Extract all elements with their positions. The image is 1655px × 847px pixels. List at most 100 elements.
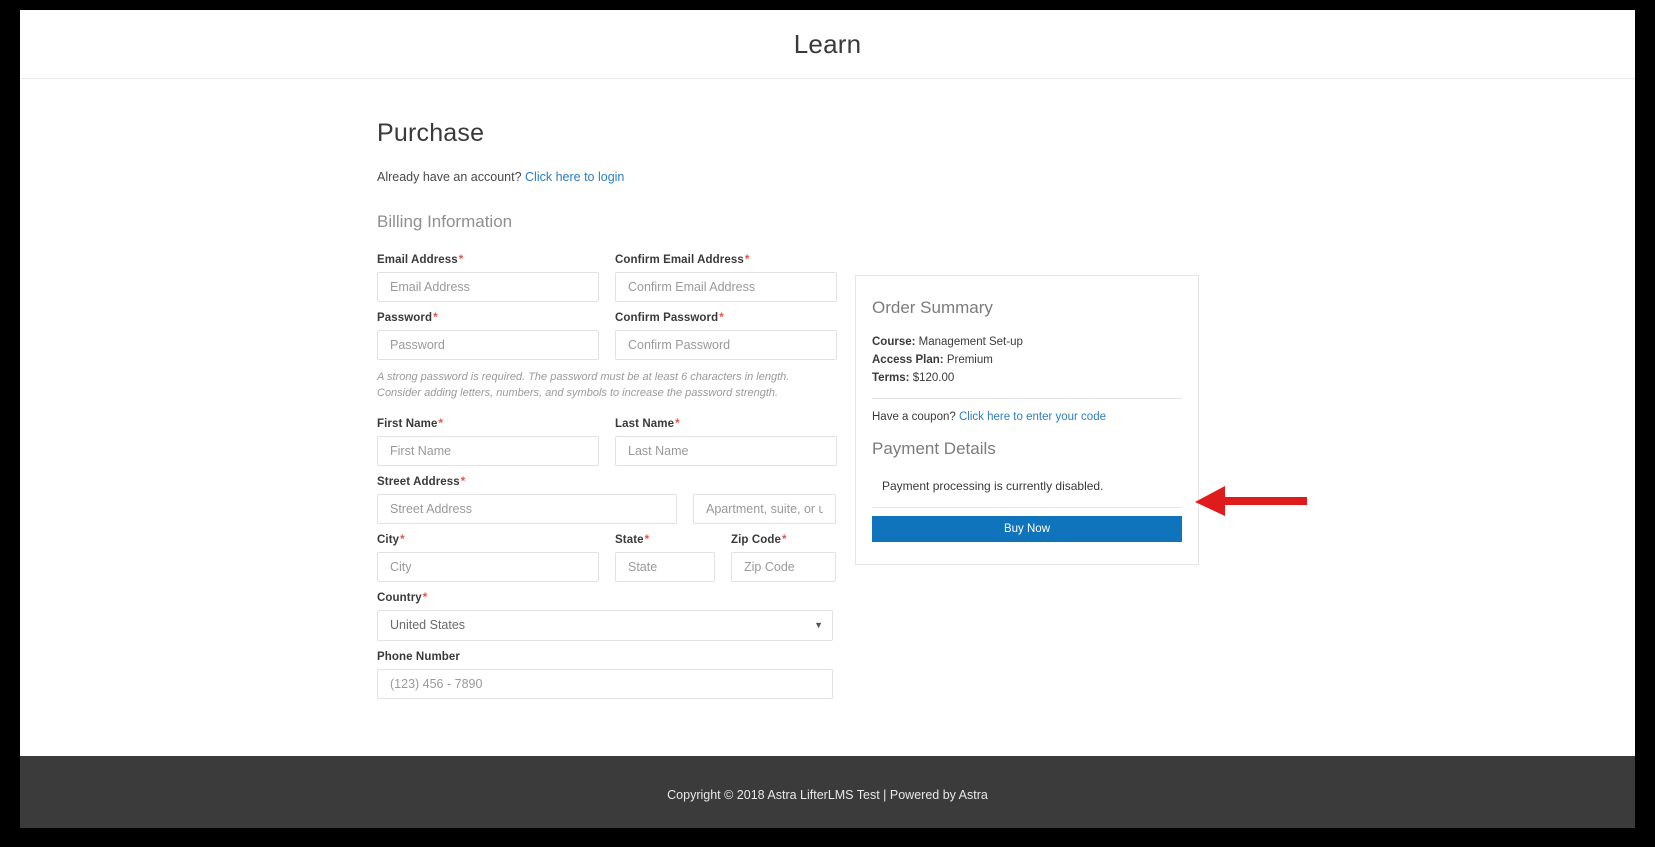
first-name-label: First Name* [377,418,599,430]
street-address-field-group: Street Address* [377,476,677,524]
zip-label: Zip Code* [731,534,836,546]
coupon-link[interactable]: Click here to enter your code [959,411,1106,423]
confirm-email-field-group: Confirm Email Address* [615,254,837,302]
zip-required-marker: * [782,534,787,546]
last-name-input[interactable] [615,436,837,466]
phone-label-text: Phone Number [377,651,460,663]
coupon-prompt-text: Have a coupon? [872,411,956,423]
street-address-label: Street Address* [377,476,677,488]
order-plan-row: Access Plan: Premium [872,354,1182,366]
browser-screenshot-frame: Learn Purchase Already have an account? … [18,8,1637,830]
street-address-input[interactable] [377,494,677,524]
login-prompt-row: Already have an account? Click here to l… [377,170,1635,184]
last-name-required-marker: * [675,418,680,430]
site-title: Learn [794,29,862,60]
street-address-label-text: Street Address [377,476,460,488]
first-name-field-group: First Name* [377,418,599,466]
city-state-zip-row: City* State* Zip Code* [377,534,837,582]
confirm-password-label: Confirm Password* [615,312,837,324]
country-label: Country* [377,592,833,604]
order-plan-value: Premium [947,354,993,366]
payment-disabled-message: Payment processing is currently disabled… [872,479,1182,493]
email-label: Email Address* [377,254,599,266]
coupon-row: Have a coupon? Click here to enter your … [872,411,1182,423]
first-name-input[interactable] [377,436,599,466]
row-gap [677,476,693,524]
row-gap [599,312,615,360]
confirm-email-required-marker: * [745,254,750,266]
login-link[interactable]: Click here to login [525,170,624,184]
payment-divider [872,507,1182,508]
state-input[interactable] [615,552,715,582]
last-name-label-text: Last Name [615,418,674,430]
country-required-marker: * [423,592,428,604]
city-input[interactable] [377,552,599,582]
order-course-row: Course: Management Set-up [872,336,1182,348]
billing-information-title: Billing Information [377,212,1635,232]
page-body: Purchase Already have an account? Click … [20,79,1635,756]
address-row: Street Address* [377,476,837,524]
confirm-password-input[interactable] [615,330,837,360]
order-divider [872,398,1182,399]
order-summary-title: Order Summary [872,298,1182,318]
confirm-email-input[interactable] [615,272,837,302]
row-gap [599,534,615,582]
zip-label-text: Zip Code [731,534,781,546]
password-required-marker: * [433,312,438,324]
apartment-field-group [693,476,836,524]
order-summary-card: Order Summary Course: Management Set-up … [855,275,1199,565]
apartment-input[interactable] [693,494,836,524]
zip-field-group: Zip Code* [731,534,836,582]
order-terms-value: $120.00 [913,372,955,384]
zip-input[interactable] [731,552,836,582]
password-row: Password* Confirm Password* [377,312,837,360]
order-course-value: Management Set-up [919,336,1023,348]
phone-label: Phone Number [377,651,833,663]
checkout-content: Purchase Already have an account? Click … [20,79,1635,699]
country-selected-value: United States [390,618,465,632]
email-label-text: Email Address [377,254,458,266]
confirm-email-label: Confirm Email Address* [615,254,837,266]
order-terms-label: Terms: [872,372,910,384]
country-select-wrap: United States ▼ [377,610,833,641]
login-prompt-text: Already have an account? [377,170,522,184]
state-required-marker: * [645,534,650,546]
last-name-label: Last Name* [615,418,837,430]
confirm-password-field-group: Confirm Password* [615,312,837,360]
site-header: Learn [20,10,1635,79]
password-help-text: A strong password is required. The passw… [377,370,817,402]
city-label-text: City [377,534,399,546]
buy-now-button[interactable]: Buy Now [872,516,1182,542]
confirm-email-label-text: Confirm Email Address [615,254,744,266]
email-required-marker: * [459,254,464,266]
name-row: First Name* Last Name* [377,418,837,466]
country-label-text: Country [377,592,422,604]
annotation-arrow-icon [1195,483,1307,519]
order-terms-row: Terms: $120.00 [872,372,1182,384]
phone-field-group: Phone Number [377,651,833,699]
confirm-password-required-marker: * [719,312,724,324]
billing-form: Email Address* Confirm Email Address* [377,254,837,699]
site-footer: Copyright © 2018 Astra LifterLMS Test | … [20,756,1635,830]
password-label: Password* [377,312,599,324]
city-label: City* [377,534,599,546]
state-field-group: State* [615,534,715,582]
city-required-marker: * [400,534,405,546]
country-select[interactable]: United States [377,610,833,641]
first-name-label-text: First Name [377,418,437,430]
street-address-required-marker: * [461,476,466,488]
password-label-text: Password [377,312,432,324]
row-gap [599,254,615,302]
page-title: Purchase [377,119,1635,148]
order-plan-label: Access Plan: [872,354,944,366]
country-row: Country* United States ▼ [377,592,837,641]
password-input[interactable] [377,330,599,360]
phone-input[interactable] [377,669,833,699]
email-input[interactable] [377,272,599,302]
row-gap [715,534,731,582]
confirm-password-label-text: Confirm Password [615,312,718,324]
email-field-group: Email Address* [377,254,599,302]
state-label: State* [615,534,715,546]
payment-details-title: Payment Details [872,439,1182,459]
state-label-text: State [615,534,644,546]
